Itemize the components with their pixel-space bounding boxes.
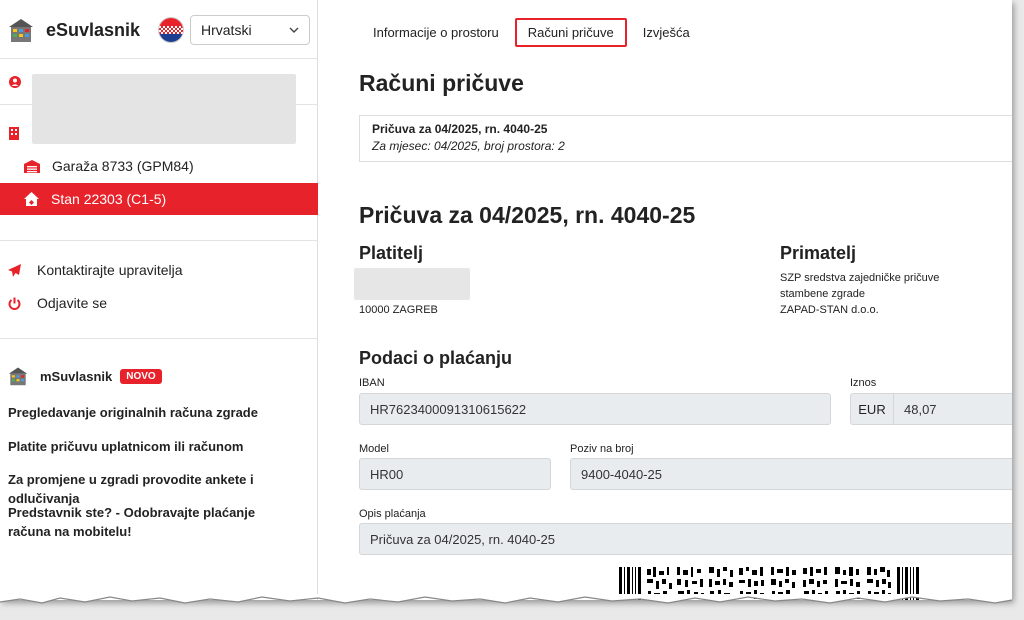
- promo-line: Platite pričuvu uplatnicom ili računom: [8, 439, 244, 454]
- divider: [0, 240, 318, 241]
- app-name: eSuvlasnik: [46, 19, 141, 40]
- new-badge: NOVO: [120, 368, 162, 384]
- promo-line: Predstavnik ste? - Odobravajte plaćanje …: [8, 505, 256, 539]
- iban-label: IBAN: [359, 377, 385, 389]
- model-field[interactable]: HR00: [359, 458, 551, 490]
- invoice-subtitle: Za mjesec: 04/2025, broj prostora: 2: [372, 139, 565, 153]
- recipient-line: SZP sredstva zajedničke pričuve: [780, 272, 940, 284]
- reference-field[interactable]: 9400-4040-25: [570, 458, 1012, 490]
- building-logo-icon: [9, 19, 33, 42]
- amount-field[interactable]: 48,07: [893, 393, 1012, 425]
- iban-field[interactable]: HR7623400091310615622: [359, 393, 831, 425]
- invoice-list-item[interactable]: Pričuva za 04/2025, rn. 4040-25 Za mjese…: [359, 115, 1012, 162]
- property-item-apartment[interactable]: Stan 22303 (C1-5): [0, 183, 318, 215]
- user-info-redacted: [32, 74, 296, 144]
- divider: [0, 338, 318, 339]
- tab-property-info[interactable]: Informacije o prostoru: [359, 18, 513, 47]
- recipient-line: stambene zgrade: [780, 288, 865, 300]
- sidebar: eSuvlasnik Hrvatski Garaža 8733 (GPM84) …: [0, 0, 318, 600]
- recipient-line: ZAPAD-STAN d.o.o.: [780, 304, 879, 316]
- payer-city: 10000 ZAGREB: [359, 304, 438, 316]
- app-window: eSuvlasnik Hrvatski Garaža 8733 (GPM84) …: [0, 0, 1012, 600]
- user-icon: [9, 76, 21, 88]
- payment-heading: Podaci o plaćanju: [359, 348, 513, 368]
- recipient-heading: Primatelj: [780, 243, 857, 263]
- divider: [0, 104, 318, 105]
- building-icon: [9, 127, 19, 140]
- invoice-detail-title: Pričuva za 04/2025, rn. 4040-25: [359, 202, 696, 228]
- language-selected: Hrvatski: [201, 22, 252, 38]
- payer-name-redacted: [354, 268, 470, 300]
- home-icon: [24, 192, 39, 206]
- garage-icon: [24, 159, 40, 173]
- main-content: Informacije o prostoru Računi pričuve Iz…: [319, 0, 1012, 600]
- logout-link[interactable]: Odjavite se: [8, 295, 107, 311]
- tab-bar: Informacije o prostoru Računi pričuve Iz…: [359, 18, 704, 47]
- currency-addon: EUR: [850, 393, 893, 425]
- invoice-title: Pričuva za 04/2025, rn. 4040-25: [372, 122, 548, 136]
- action-label: Kontaktirajte upravitelja: [37, 262, 183, 278]
- power-icon: [8, 297, 21, 310]
- property-label: Garaža 8733 (GPM84): [52, 158, 194, 174]
- croatian-flag-icon: [158, 17, 184, 43]
- paper-plane-icon: [8, 263, 21, 277]
- contact-manager-link[interactable]: Kontaktirajte upravitelja: [8, 262, 183, 278]
- description-label: Opis plaćanja: [359, 508, 426, 520]
- model-label: Model: [359, 443, 389, 455]
- description-field[interactable]: Pričuva za 04/2025, rn. 4040-25: [359, 523, 1012, 555]
- page-title: Računi pričuve: [359, 70, 524, 96]
- building-logo-icon: [8, 367, 28, 386]
- reference-label: Poziv na broj: [570, 443, 634, 455]
- promo-line: Pregledavanje originalnih računa zgrade: [8, 405, 258, 420]
- amount-label: Iznos: [850, 377, 877, 389]
- language-switcher: Hrvatski: [158, 15, 310, 45]
- payer-heading: Platitelj: [359, 243, 424, 263]
- tab-reserve-invoices[interactable]: Računi pričuve: [514, 18, 627, 47]
- tab-reports[interactable]: Izvješća: [629, 18, 704, 47]
- promo-app-name: mSuvlasnik: [40, 368, 113, 384]
- property-label: Stan 22303 (C1-5): [51, 191, 167, 207]
- action-label: Odjavite se: [37, 295, 108, 311]
- msuvlasnik-promo-header: mSuvlasnik NOVO: [8, 366, 162, 386]
- property-item-garage[interactable]: Garaža 8733 (GPM84): [0, 150, 318, 182]
- divider: [0, 58, 318, 59]
- torn-edge-decoration: [0, 594, 1013, 604]
- brand[interactable]: eSuvlasnik: [8, 14, 140, 46]
- language-select[interactable]: Hrvatski: [190, 15, 310, 45]
- chevron-down-icon: [289, 27, 299, 33]
